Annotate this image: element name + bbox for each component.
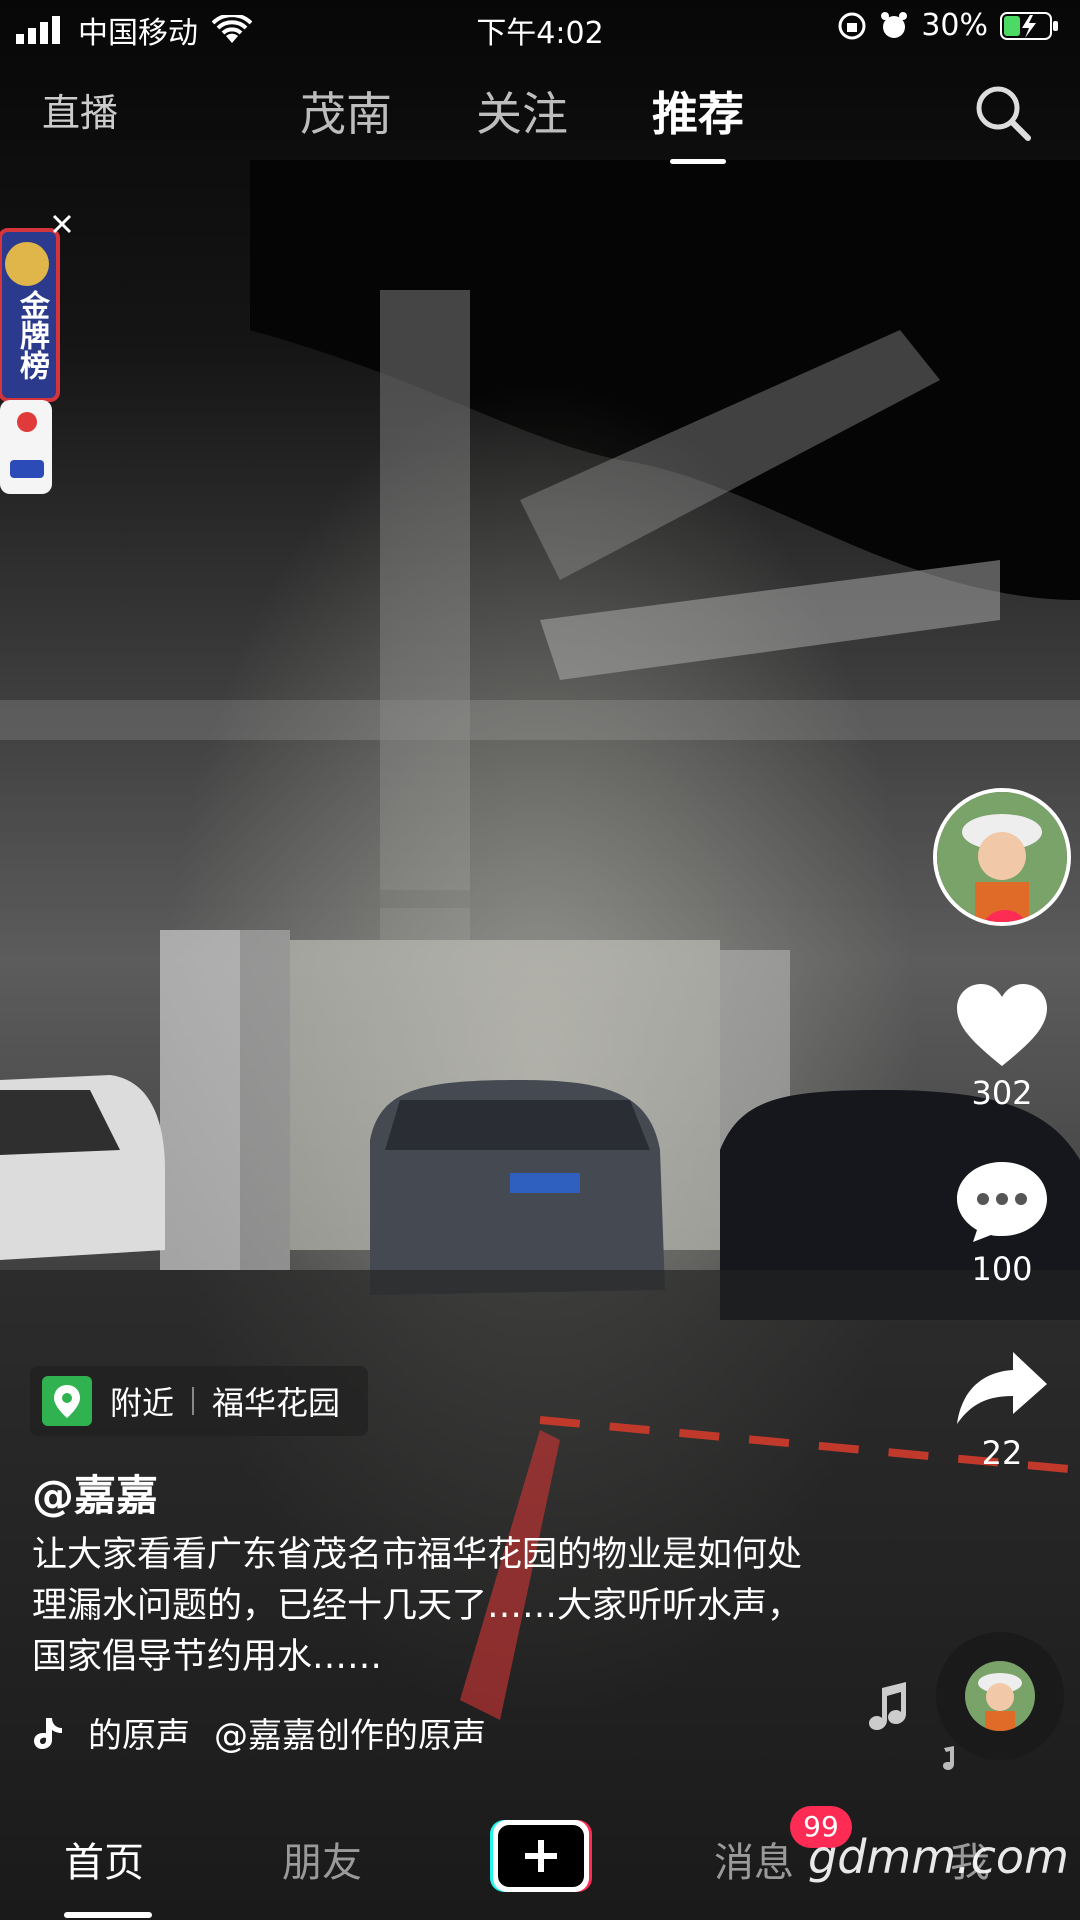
battery-charging-icon — [1000, 11, 1058, 40]
avatar-image — [937, 792, 1067, 922]
status-bar: 中国移动 下午4:02 30% — [0, 0, 1080, 56]
plus-icon — [490, 1820, 592, 1892]
tab-recommended[interactable]: 推荐 — [652, 78, 744, 164]
music-title-left: 的原声 — [88, 1716, 190, 1756]
author-username[interactable]: @嘉嘉 — [32, 1462, 158, 1523]
author-avatar[interactable]: + — [933, 788, 1071, 926]
post-description: 让大家看看广东省茂名市福华花园的物业是如何处理漏水问题的，已经十几天了……大家听… — [32, 1535, 803, 1677]
location-divider — [192, 1387, 195, 1415]
nav-home[interactable]: 首页 — [64, 1830, 144, 1888]
top-navigation: 直播 茂南 关注 推荐 — [0, 60, 1080, 170]
feed-tabs: 茂南 关注 推荐 — [300, 78, 744, 164]
heart-icon[interactable] — [955, 982, 1049, 1068]
close-icon[interactable] — [50, 212, 74, 236]
location-tag[interactable]: 附近 福华花园 — [30, 1366, 368, 1436]
like-count: 302 — [971, 1074, 1033, 1112]
music-disc[interactable] — [936, 1632, 1064, 1760]
badge-label: 金牌榜 — [14, 290, 49, 380]
nav-friends[interactable]: 朋友 — [282, 1830, 362, 1888]
home-indicator-line — [64, 1912, 152, 1918]
location-label: 附近 — [110, 1384, 175, 1422]
share-icon[interactable] — [955, 1348, 1049, 1428]
tab-local[interactable]: 茂南 — [300, 78, 392, 144]
site-watermark: gdmm.com — [808, 1830, 1069, 1884]
disc-avatar-image — [965, 1661, 1035, 1731]
comment-count: 100 — [971, 1250, 1033, 1288]
location-place: 福华花园 — [212, 1384, 341, 1422]
rotation-lock-icon — [838, 12, 866, 39]
music-title-right: @嘉嘉创作的原声 — [214, 1716, 486, 1756]
bottom-navigation: 首页 朋友 消息 99 我 gdmm.com — [0, 1800, 1080, 1920]
music-info[interactable]: 的原声 @嘉嘉创作的原声 — [32, 1708, 486, 1757]
location-pin-icon — [42, 1376, 92, 1426]
disc-avatar — [965, 1661, 1035, 1731]
tab-following[interactable]: 关注 — [476, 78, 568, 144]
live-button[interactable]: 直播 — [42, 82, 118, 137]
action-column: + 302 100 22 — [932, 788, 1072, 1472]
share-count: 22 — [981, 1434, 1023, 1472]
battery-percent: 30% — [921, 8, 988, 43]
search-icon[interactable] — [974, 84, 1032, 142]
tiktok-note-icon — [34, 1717, 62, 1749]
create-button[interactable] — [490, 1820, 592, 1892]
gold-medal-badge[interactable]: 金牌榜 — [0, 214, 72, 494]
small-music-note-icon — [943, 1746, 954, 1770]
nav-messages[interactable]: 消息 — [714, 1830, 794, 1888]
alarm-icon — [881, 11, 908, 38]
music-note-icon — [869, 1682, 906, 1730]
comment-icon[interactable] — [955, 1158, 1049, 1244]
